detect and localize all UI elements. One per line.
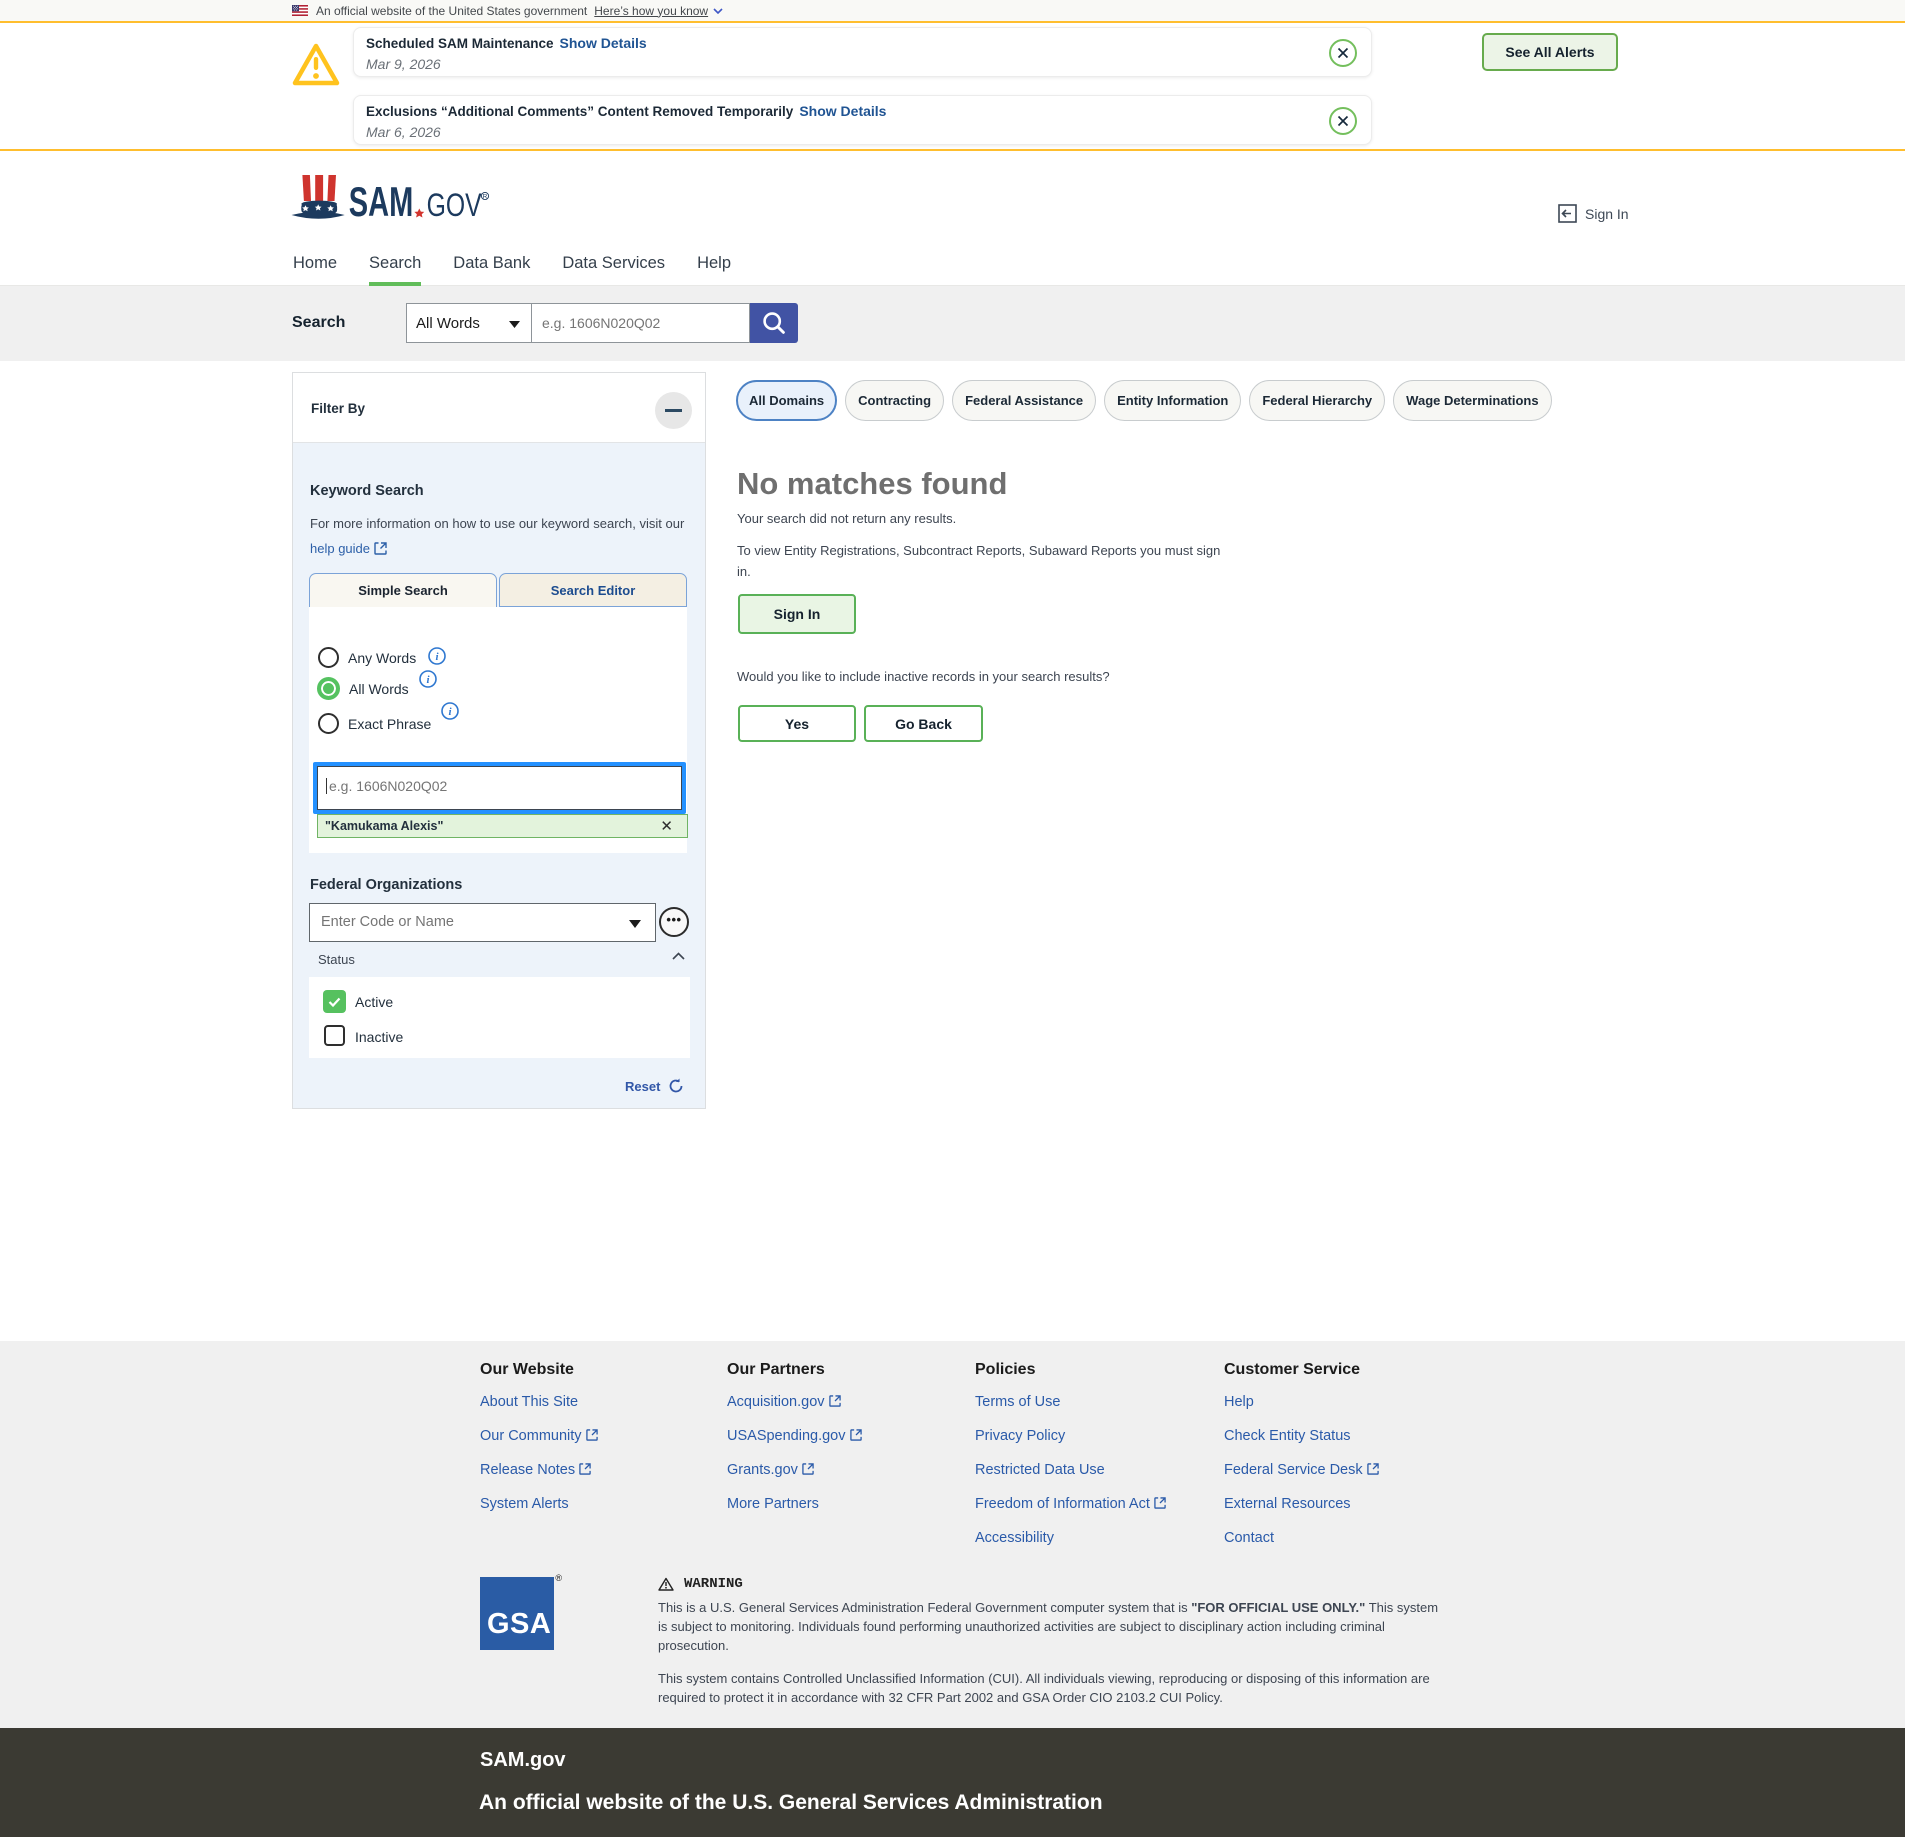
svg-text:GOV: GOV xyxy=(427,187,483,223)
svg-text:i: i xyxy=(448,706,452,718)
svg-text:R: R xyxy=(483,193,488,200)
svg-text:i: i xyxy=(435,651,439,663)
svg-text:i: i xyxy=(426,674,430,686)
svg-text:SAM: SAM xyxy=(349,178,414,225)
